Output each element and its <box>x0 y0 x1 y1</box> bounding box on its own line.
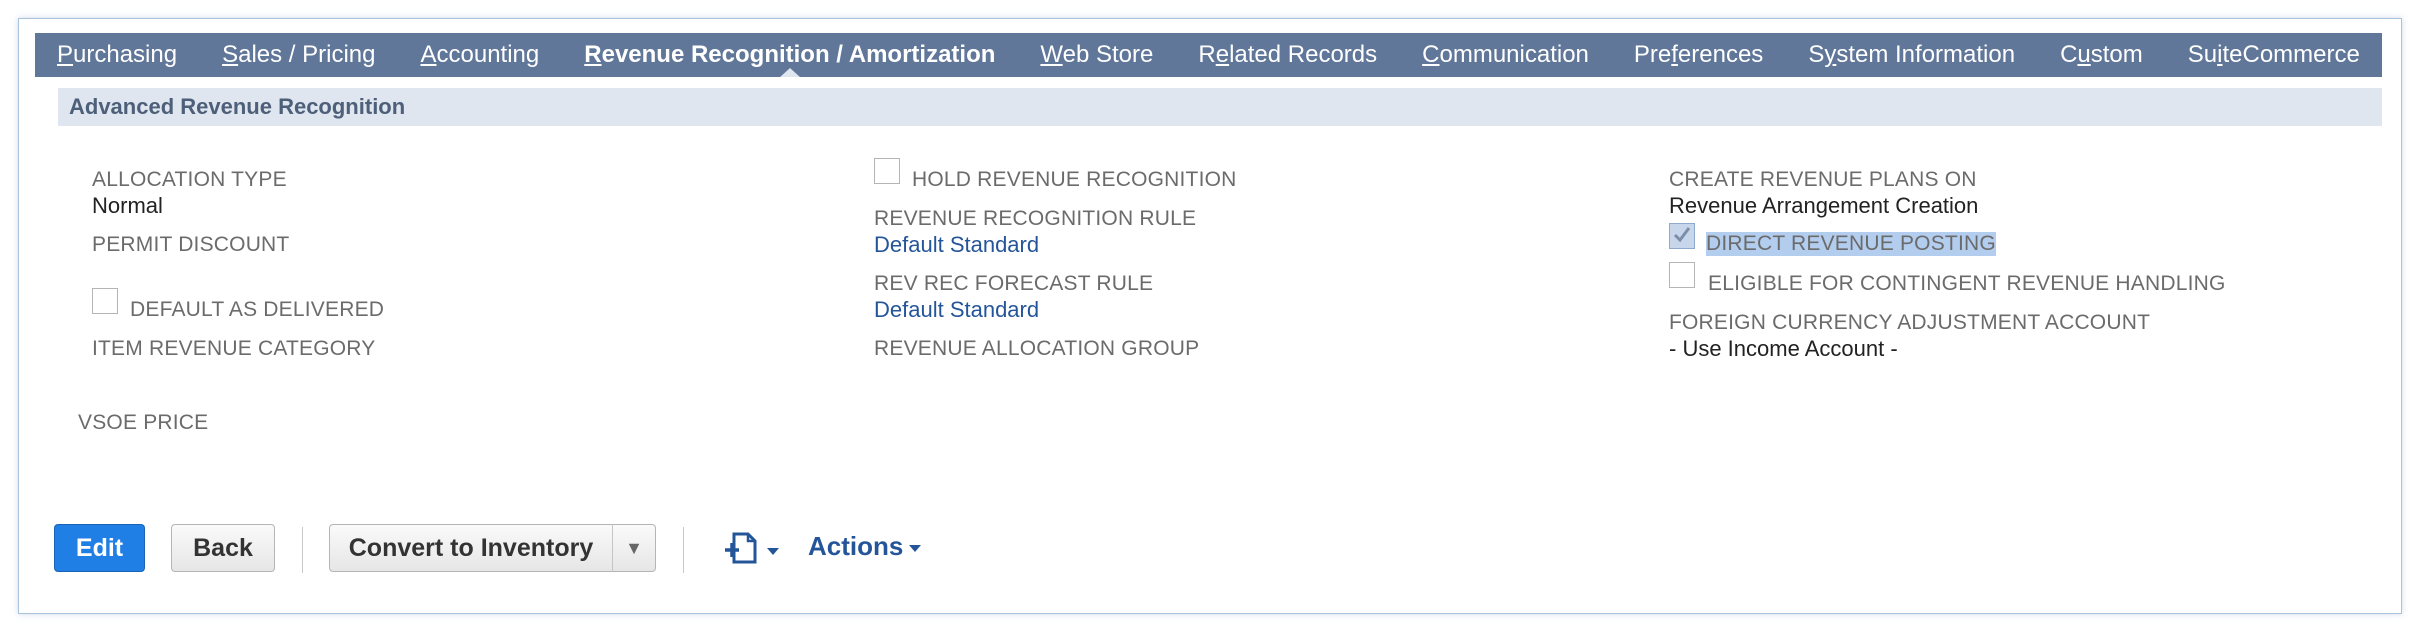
rev-rec-rule-label: REVENUE RECOGNITION RULE <box>874 207 1197 230</box>
actions-menu[interactable]: Actions <box>808 528 922 564</box>
tab-related-records[interactable]: Related Records <box>1198 33 1377 77</box>
subtab-bar: Purchasing Sales / Pricing Accounting Re… <box>35 33 2382 77</box>
tab-accounting[interactable]: Accounting <box>420 33 539 77</box>
rev-rec-forecast-label: REV REC FORECAST RULE <box>874 272 1154 295</box>
revenue-allocation-group-label: REVENUE ALLOCATION GROUP <box>874 337 1200 360</box>
hold-revenue-recognition-label: HOLD REVENUE RECOGNITION <box>912 168 1237 191</box>
allocation-type-value: Normal <box>92 193 163 218</box>
eligible-contingent-label: ELIGIBLE FOR CONTINGENT REVENUE HANDLING <box>1708 272 2226 295</box>
fx-adjustment-account-label: FOREIGN CURRENCY ADJUSTMENT ACCOUNT <box>1669 311 2151 334</box>
new-record-menu[interactable] <box>722 528 784 568</box>
caret-down-icon <box>909 544 922 552</box>
rev-rec-forecast-link[interactable]: Default Standard <box>874 297 1039 323</box>
create-revenue-plans-label: CREATE REVENUE PLANS ON <box>1669 168 1977 191</box>
convert-dropdown-button[interactable]: ▼ <box>612 524 656 572</box>
default-as-delivered-label: DEFAULT AS DELIVERED <box>130 298 385 321</box>
tab-sales-pricing[interactable]: Sales / Pricing <box>222 33 375 77</box>
direct-revenue-posting-checkbox[interactable] <box>1669 223 1695 249</box>
triangle-down-icon: ▼ <box>625 537 643 558</box>
checkmark-icon <box>1673 227 1691 243</box>
tab-system-information[interactable]: System Information <box>1808 33 2015 77</box>
tab-preferences[interactable]: Preferences <box>1634 33 1763 77</box>
eligible-contingent-checkbox[interactable] <box>1669 262 1695 288</box>
tab-revenue-recognition[interactable]: Revenue Recognition / Amortization <box>584 33 995 77</box>
section-header: Advanced Revenue Recognition <box>58 88 2382 126</box>
fx-adjustment-account-value: - Use Income Account - <box>1669 336 1898 361</box>
section-title: Advanced Revenue Recognition <box>69 94 406 119</box>
vsoe-price-label: VSOE PRICE <box>78 411 209 434</box>
allocation-type-label: ALLOCATION TYPE <box>92 168 287 191</box>
tab-web-store[interactable]: Web Store <box>1040 33 1153 77</box>
toolbar-divider <box>683 527 684 573</box>
default-as-delivered-checkbox[interactable] <box>92 288 118 314</box>
direct-revenue-posting-label: DIRECT REVENUE POSTING <box>1706 232 1996 256</box>
toolbar-divider <box>302 527 303 573</box>
new-document-icon <box>725 532 779 564</box>
create-revenue-plans-value: Revenue Arrangement Creation <box>1669 193 1979 218</box>
back-button[interactable]: Back <box>171 524 275 572</box>
hold-revenue-recognition-checkbox[interactable] <box>874 158 900 184</box>
item-revenue-category-label: ITEM REVENUE CATEGORY <box>92 337 376 360</box>
tab-communication[interactable]: Communication <box>1422 33 1589 77</box>
rev-rec-rule-link[interactable]: Default Standard <box>874 232 1039 258</box>
tab-suitecommerce[interactable]: SuiteCommerce <box>2188 33 2360 77</box>
edit-button[interactable]: Edit <box>54 524 145 572</box>
tab-purchasing[interactable]: Purchasing <box>57 33 177 77</box>
tab-custom[interactable]: Custom <box>2060 33 2143 77</box>
convert-to-inventory-button[interactable]: Convert to Inventory <box>329 524 613 572</box>
actions-label: Actions <box>808 531 904 561</box>
permit-discount-label: PERMIT DISCOUNT <box>92 233 290 256</box>
